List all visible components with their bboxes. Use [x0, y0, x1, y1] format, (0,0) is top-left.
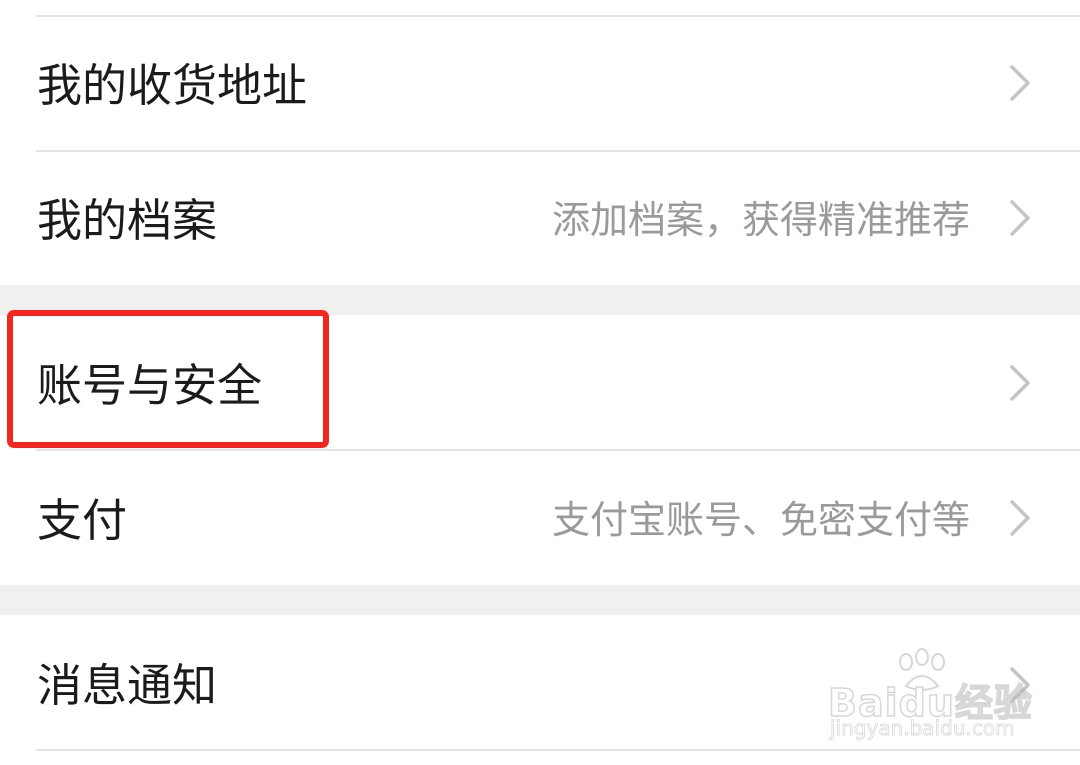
settings-item-hint: 支付宝账号、免密支付等 — [551, 498, 970, 542]
chevron-right-icon — [1010, 365, 1030, 401]
chevron-right-icon — [1010, 500, 1030, 536]
settings-item-shipping-address[interactable]: 我的收货地址 — [0, 17, 1080, 150]
divider — [36, 749, 1080, 751]
section-gap — [0, 285, 1080, 315]
settings-item-label: 消息通知 — [37, 659, 218, 712]
settings-item-label: 账号与安全 — [37, 359, 263, 412]
chevron-right-icon — [1010, 200, 1030, 236]
top-edge — [0, 0, 1080, 16]
settings-item-profile[interactable]: 我的档案 添加档案，获得精准推荐 — [0, 152, 1080, 285]
settings-item-label: 支付 — [37, 494, 128, 547]
settings-item-label: 我的收货地址 — [37, 59, 308, 112]
settings-item-account-security[interactable]: 账号与安全 — [0, 315, 1080, 449]
settings-item-payment[interactable]: 支付 支付宝账号、免密支付等 — [0, 451, 1080, 585]
chevron-right-icon — [1010, 667, 1030, 703]
settings-item-label: 我的档案 — [37, 194, 218, 247]
section-gap — [0, 585, 1080, 615]
settings-item-hint: 添加档案，获得精准推荐 — [551, 198, 970, 242]
settings-screen: 我的收货地址 我的档案 添加档案，获得精准推荐 账号与安全 支付 支付宝账号、免… — [0, 0, 1080, 765]
chevron-right-icon — [1010, 65, 1030, 101]
settings-item-notifications[interactable]: 消息通知 — [0, 615, 1080, 749]
